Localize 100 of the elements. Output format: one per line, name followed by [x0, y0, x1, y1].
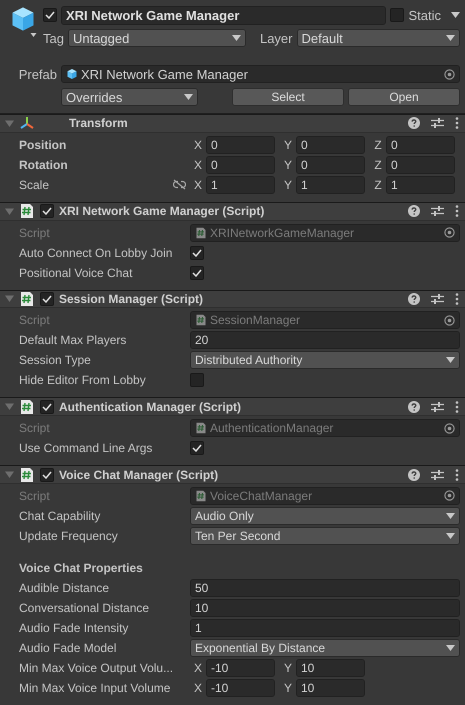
number-field[interactable]: 0 — [296, 156, 365, 174]
target-icon[interactable] — [444, 68, 455, 80]
kebab-menu-icon[interactable] — [455, 468, 459, 481]
number-field[interactable]: 0 — [386, 156, 455, 174]
tag-label: Tag — [43, 30, 64, 46]
number-field[interactable]: -10 — [206, 678, 275, 697]
component-header[interactable]: Transform — [0, 114, 465, 133]
caret-icon — [451, 12, 460, 18]
text-field[interactable]: 20 — [190, 331, 460, 350]
name-field[interactable]: XRI Network Game Manager — [61, 6, 386, 24]
field-label: Script — [19, 488, 50, 503]
prefab-button[interactable]: Open — [348, 88, 460, 106]
number-field[interactable]: 0 — [296, 136, 365, 154]
checkbox[interactable] — [43, 8, 57, 22]
layer-label: Layer — [260, 30, 292, 46]
number-field[interactable]: 10 — [296, 678, 365, 697]
kebab-menu-icon[interactable] — [455, 205, 459, 218]
prefab-label: Prefab — [18, 66, 57, 82]
text-field[interactable]: 10 — [190, 598, 460, 617]
axis-label: X — [192, 660, 203, 675]
help-icon[interactable] — [408, 400, 420, 413]
axis-label: Y — [282, 138, 293, 152]
prefab-field[interactable]: XRI Network Game Manager — [61, 65, 460, 83]
script-file-icon — [19, 203, 35, 220]
checkbox[interactable] — [190, 246, 204, 260]
help-icon[interactable] — [408, 468, 420, 481]
presets-icon[interactable] — [431, 292, 444, 305]
unlinked-icon[interactable] — [173, 179, 186, 190]
field-label: Positional Voice Chat — [19, 266, 132, 280]
component-title: Authentication Manager (Script) — [59, 400, 242, 414]
dropdown[interactable]: Exponential By Distance — [190, 638, 460, 657]
target-icon[interactable] — [444, 422, 455, 434]
dropdown[interactable]: Distributed Authority — [190, 351, 460, 370]
checkbox[interactable] — [40, 292, 54, 306]
checkbox[interactable] — [190, 373, 204, 388]
section-heading: Voice Chat Properties — [19, 560, 143, 575]
caret-icon[interactable] — [30, 33, 37, 37]
help-icon[interactable] — [408, 117, 420, 130]
kebab-menu-icon[interactable] — [455, 292, 459, 305]
number-field[interactable]: -10 — [206, 658, 275, 677]
object-field: SessionManager — [190, 311, 460, 330]
overrides-dropdown[interactable]: Overrides — [61, 88, 198, 106]
axis-label: Z — [373, 158, 383, 172]
number-field[interactable]: 1 — [296, 176, 365, 194]
presets-icon[interactable] — [431, 400, 444, 413]
checkbox[interactable] — [190, 266, 204, 280]
caret-icon — [446, 532, 455, 539]
number-field[interactable]: 1 — [386, 176, 455, 194]
dropdown[interactable]: Ten Per Second — [190, 526, 460, 545]
field-label: Auto Connect On Lobby Join — [19, 246, 172, 260]
axis-label: Z — [373, 138, 383, 152]
help-icon[interactable] — [408, 292, 420, 305]
presets-icon[interactable] — [431, 117, 444, 130]
checkbox[interactable] — [190, 441, 204, 456]
axis-label: Y — [282, 158, 293, 172]
axis-label: X — [192, 178, 203, 192]
presets-icon[interactable] — [431, 205, 444, 218]
number-field[interactable]: 1 — [206, 176, 275, 194]
presets-icon[interactable] — [431, 468, 444, 481]
checkbox[interactable] — [40, 468, 54, 482]
field-label: Script — [19, 226, 50, 240]
kebab-menu-icon[interactable] — [455, 117, 459, 130]
field-label: Chat Capability — [19, 508, 100, 523]
checkbox[interactable] — [40, 204, 54, 218]
dropdown[interactable]: Audio Only — [190, 506, 460, 525]
prefab-button[interactable]: Select — [232, 88, 344, 106]
number-field[interactable]: 10 — [296, 658, 365, 677]
kebab-menu-icon[interactable] — [455, 400, 459, 413]
number-field[interactable]: 0 — [386, 136, 455, 154]
object-field: AuthenticationManager — [190, 419, 460, 438]
component-title: Transform — [69, 116, 128, 130]
static-label: Static — [408, 8, 441, 22]
field-label: Script — [19, 313, 50, 328]
field-label: Update Frequency — [19, 528, 118, 543]
checkbox[interactable] — [390, 8, 404, 22]
target-icon[interactable] — [444, 227, 455, 238]
script-file-icon — [19, 290, 35, 307]
component-header[interactable]: Voice Chat Manager (Script) — [0, 465, 465, 484]
target-icon[interactable] — [444, 314, 455, 326]
component-header[interactable]: Authentication Manager (Script) — [0, 397, 465, 416]
axis-label: Y — [282, 680, 293, 695]
component-header[interactable]: Session Manager (Script) — [0, 290, 465, 308]
field-label: Scale — [19, 178, 50, 192]
layer-dropdown[interactable]: Default — [296, 29, 460, 47]
component-header[interactable]: XRI Network Game Manager (Script) — [0, 202, 465, 221]
field-label: Hide Editor From Lobby — [19, 373, 146, 388]
field-label: Script — [19, 421, 50, 436]
number-field[interactable]: 0 — [206, 156, 275, 174]
target-icon[interactable] — [444, 490, 455, 502]
number-field[interactable]: 0 — [206, 136, 275, 154]
help-icon[interactable] — [408, 205, 420, 218]
caret-icon — [446, 35, 455, 41]
tag-dropdown[interactable]: Untagged — [68, 29, 246, 47]
checkbox[interactable] — [40, 400, 54, 414]
caret-icon — [446, 512, 455, 519]
component-title: XRI Network Game Manager (Script) — [59, 204, 264, 218]
check-icon — [192, 248, 202, 257]
text-field[interactable]: 50 — [190, 578, 460, 597]
text-field[interactable]: 1 — [190, 618, 460, 637]
check-icon — [42, 294, 52, 303]
